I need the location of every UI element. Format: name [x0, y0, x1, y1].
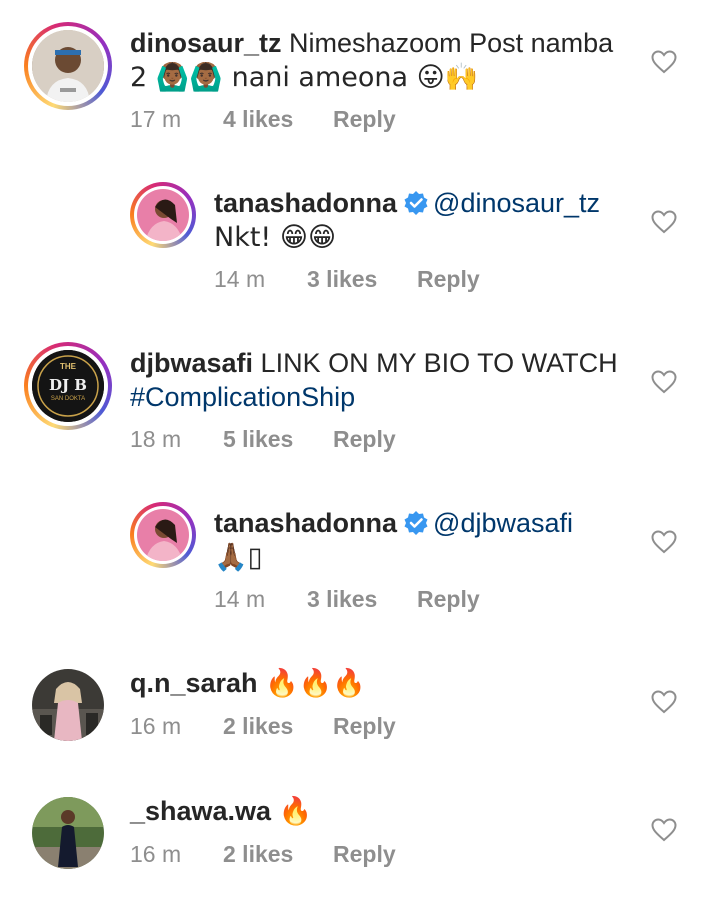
verified-badge-icon [404, 191, 428, 215]
avatar[interactable]: THE DJ B SAN DOKTA [24, 342, 112, 430]
like-heart-icon[interactable] [651, 370, 677, 394]
avatar[interactable] [24, 22, 112, 110]
avatar-image [137, 189, 189, 241]
comment-body-line2: 2 🙆🏾‍♂️🙆🏾‍♂️ nani ameona 😛🙌 [130, 62, 479, 93]
comment-meta: 17 m 4 likes Reply [130, 106, 530, 134]
comment-body: 🙏🏾▯ [214, 542, 263, 573]
avatar[interactable] [130, 182, 196, 248]
like-heart-icon[interactable] [651, 50, 677, 74]
likes-count[interactable]: 4 likes [223, 106, 293, 133]
reply-button[interactable]: Reply [333, 841, 396, 868]
avatar[interactable] [32, 797, 104, 869]
comment-text: q.n_sarah 🔥🔥🔥 [130, 666, 650, 701]
avatar-logo-bottom: SAN DOKTA [50, 396, 86, 402]
comment-time: 18 m [130, 426, 182, 452]
comment-time: 17 m [130, 106, 182, 132]
comment-username[interactable]: tanashadonna [214, 508, 397, 538]
avatar-image [137, 509, 189, 561]
likes-count[interactable]: 5 likes [223, 426, 293, 453]
comment-username[interactable]: q.n_sarah [130, 668, 258, 698]
avatar[interactable] [32, 669, 104, 741]
avatar-image [32, 30, 104, 102]
comment-body: 🔥 [278, 796, 313, 827]
comment-meta: 16 m 2 likes Reply [130, 841, 530, 869]
comment-time: 14 m [214, 586, 266, 612]
likes-count[interactable]: 2 likes [223, 841, 293, 868]
comment-meta: 14 m 3 likes Reply [214, 586, 614, 614]
comment-username[interactable]: dinosaur_tz [130, 28, 282, 58]
comment-text: dinosaur_tz Nimeshazoom Post namba 2 🙆🏾‍… [130, 26, 650, 95]
avatar-image [32, 669, 104, 741]
avatar[interactable] [130, 502, 196, 568]
reply-button[interactable]: Reply [333, 426, 396, 453]
comment-username[interactable]: tanashadonna [214, 188, 397, 218]
comment-time: 14 m [214, 266, 266, 292]
likes-count[interactable]: 3 likes [307, 586, 377, 613]
comment-qn-sarah: q.n_sarah 🔥🔥🔥 16 m 2 likes Reply [0, 660, 720, 770]
comment-text: tanashadonna @djbwasafi 🙏🏾▯ [214, 506, 644, 575]
comment-body: 🔥🔥🔥 [265, 668, 366, 699]
like-heart-icon[interactable] [651, 210, 677, 234]
like-heart-icon[interactable] [651, 530, 677, 554]
avatar-image [32, 797, 104, 869]
verified-badge-icon [404, 511, 428, 535]
comment-body: Nkt! 😁😁 [214, 222, 337, 253]
comment-dinosaur-tz: dinosaur_tz Nimeshazoom Post namba 2 🙆🏾‍… [0, 0, 720, 150]
comment-username[interactable]: _shawa.wa [130, 796, 271, 826]
comment-text: djbwasafi LINK ON MY BIO TO WATCH #Compl… [130, 346, 650, 414]
comment-shawa-wa: _shawa.wa 🔥 16 m 2 likes Reply [0, 788, 720, 897]
comment-body: Nimeshazoom Post namba [289, 28, 614, 58]
reply-comment-tanashadonna: tanashadonna @dinosaur_tz Nkt! 😁😁 14 m 3 … [0, 160, 720, 310]
comment-time: 16 m [130, 713, 182, 739]
comment-time: 16 m [130, 841, 182, 867]
mention-link[interactable]: @dinosaur_tz [433, 188, 600, 218]
reply-button[interactable]: Reply [333, 106, 396, 133]
reply-button[interactable]: Reply [417, 586, 480, 613]
reply-button[interactable]: Reply [333, 713, 396, 740]
mention-link[interactable]: @djbwasafi [433, 508, 573, 538]
avatar-image: THE DJ B SAN DOKTA [32, 350, 104, 422]
likes-count[interactable]: 2 likes [223, 713, 293, 740]
comment-text: tanashadonna @dinosaur_tz Nkt! 😁😁 [214, 186, 644, 255]
comment-meta: 16 m 2 likes Reply [130, 713, 530, 741]
like-heart-icon[interactable] [651, 690, 677, 714]
avatar-logo-top: THE [60, 362, 76, 371]
comment-username[interactable]: djbwasafi [130, 348, 253, 378]
comment-djbwasafi: THE DJ B SAN DOKTA djbwasafi LINK ON MY … [0, 320, 720, 470]
comment-text: _shawa.wa 🔥 [130, 794, 650, 829]
avatar-logo-text: DJ B [48, 376, 87, 394]
hashtag-link[interactable]: #ComplicationShip [130, 382, 355, 412]
likes-count[interactable]: 3 likes [307, 266, 377, 293]
reply-button[interactable]: Reply [417, 266, 480, 293]
comment-meta: 18 m 5 likes Reply [130, 426, 530, 454]
comment-body: LINK ON MY BIO TO WATCH [260, 348, 618, 378]
comment-meta: 14 m 3 likes Reply [214, 266, 614, 294]
like-heart-icon[interactable] [651, 818, 677, 842]
reply-comment-tanashadonna: tanashadonna @djbwasafi 🙏🏾▯ 14 m 3 likes … [0, 480, 720, 630]
